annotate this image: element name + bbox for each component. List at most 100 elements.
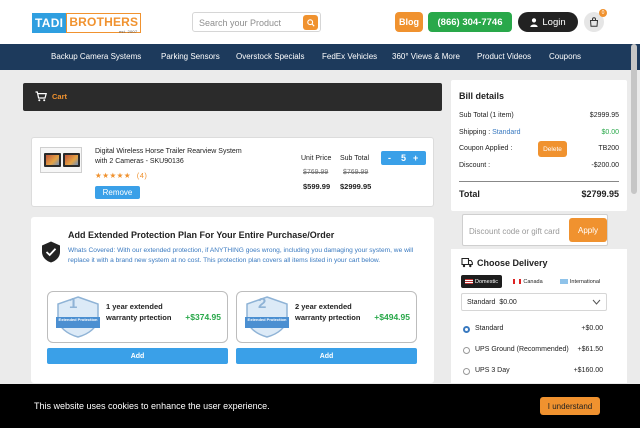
coupon-input[interactable] — [469, 224, 569, 238]
search-icon — [306, 18, 315, 27]
radio-button[interactable] — [463, 368, 470, 375]
plan-badge-number: 2 — [258, 295, 267, 312]
product-title[interactable]: Digital Wireless Horse Trailer Rearview … — [95, 147, 245, 167]
subtotal-price: $2999.95 — [340, 182, 372, 191]
shipping-option-label: UPS Ground (Recommended) — [475, 346, 569, 353]
add-plan-2-button[interactable]: Add — [236, 348, 417, 364]
radio-button-selected[interactable] — [463, 326, 470, 333]
shipping-method-select[interactable]: Standard $0.00 — [461, 293, 607, 311]
cart-count-badge: 0 — [599, 9, 607, 17]
bill-discount-label: Discount : — [459, 162, 491, 169]
nav-product-videos[interactable]: Product Videos — [477, 44, 531, 70]
cookie-banner: This website uses cookies to enhance the… — [0, 384, 640, 428]
remove-button[interactable]: Remove — [95, 186, 140, 199]
plan-badge-text: Extended Protection — [58, 317, 98, 322]
logo-est: est. 2007 — [118, 29, 138, 34]
login-button[interactable]: Login — [518, 12, 578, 32]
main-nav: Backup Camera Systems Parking Sensors Ov… — [0, 44, 640, 70]
shopping-bag-icon — [589, 17, 599, 27]
unit-price-old: $769.99 — [303, 169, 329, 176]
plan-badge-number: 1 — [69, 295, 78, 312]
cart-header-bar: Cart — [23, 83, 442, 111]
unit-price: $599.99 — [303, 182, 331, 191]
region-canada-tab[interactable]: Canada — [508, 275, 548, 288]
region-label: International — [569, 278, 601, 285]
region-international-tab[interactable]: International — [554, 275, 606, 288]
plan-name: 2 year extended warranty prtection — [295, 302, 361, 322]
delivery-panel: Choose Delivery Domestic Canada Internat… — [451, 249, 627, 383]
plan-badge-text: Extended Protection — [247, 317, 287, 322]
qty-increase-button[interactable]: + — [413, 151, 418, 165]
bill-title: Bill details — [459, 91, 505, 101]
delivery-truck-icon — [461, 257, 473, 268]
apply-coupon-button[interactable]: Apply — [569, 218, 607, 242]
logo-part2: BROTHERS est. 2007 — [66, 13, 142, 34]
bill-shipping-label: Shipping : — [459, 129, 491, 136]
cart-button[interactable]: 0 — [584, 9, 607, 32]
site-logo[interactable]: TADI BROTHERS est. 2007 — [32, 13, 142, 34]
us-flag-icon — [465, 279, 474, 284]
shipping-option-price: +$160.00 — [573, 367, 603, 374]
shipping-option-price: +$0.00 — [581, 325, 603, 332]
nav-360-views[interactable]: 360° Views & More — [392, 44, 460, 70]
site-header: TADI BROTHERSest. 2007 Blog (866) 304-77… — [0, 0, 640, 44]
search-input[interactable] — [199, 15, 299, 30]
bill-total-label: Total — [459, 189, 480, 199]
shipping-option-price: +$61.50 — [577, 346, 604, 353]
bill-shipping-method: Standard — [492, 129, 521, 136]
canada-flag-icon — [513, 279, 522, 284]
subtotal-old: $769.99 — [343, 169, 369, 176]
region-domestic-tab[interactable]: Domestic — [461, 275, 502, 288]
nav-coupons[interactable]: Coupons — [549, 44, 581, 70]
chevron-down-icon — [592, 299, 601, 305]
search-button[interactable] — [303, 15, 318, 30]
star-rating-icons: ★★★★★ — [95, 171, 132, 180]
cart-item: Digital Wireless Horse Trailer Rearview … — [31, 137, 434, 207]
login-label: Login — [542, 16, 566, 28]
nav-overstock-specials[interactable]: Overstock Specials — [236, 44, 304, 70]
plan-1-year[interactable]: 1 Extended Protection 1 year extended wa… — [47, 291, 228, 343]
plan-price: +$374.95 — [185, 312, 221, 322]
protection-plan-panel: Add Extended Protection Plan For Your En… — [31, 217, 434, 383]
product-rating: ★★★★★ (4) — [95, 171, 147, 180]
shopping-cart-icon — [35, 91, 47, 102]
nav-backup-camera-systems[interactable]: Backup Camera Systems — [51, 44, 141, 70]
search-box — [192, 12, 321, 32]
bill-subtotal-value: $2999.95 — [589, 112, 619, 119]
add-plan-1-button[interactable]: Add — [47, 348, 228, 364]
bill-total-value: $2799.95 — [581, 189, 619, 199]
region-label: Domestic — [475, 278, 498, 285]
cookie-accept-button[interactable]: I understand — [540, 397, 600, 415]
selected-shipping-label: Standard — [467, 299, 496, 306]
qty-decrease-button[interactable]: - — [388, 151, 391, 165]
protection-description: Whats Covered: With our extended protect… — [68, 247, 414, 264]
region-label: Canada — [523, 278, 543, 285]
selected-shipping-price: $0.00 — [499, 299, 517, 306]
unit-price-label: Unit Price — [301, 155, 332, 162]
coupon-box: Apply — [462, 214, 608, 246]
phone-button[interactable]: (866) 304-7746 — [428, 12, 512, 32]
logo-part1: TADI — [32, 13, 67, 33]
plan-price: +$494.95 — [374, 312, 410, 322]
shipping-option-label: Standard — [475, 325, 504, 332]
delete-coupon-button[interactable]: Delete — [538, 141, 567, 157]
page-scrollbar[interactable] — [631, 44, 637, 194]
bill-subtotal-label: Sub Total (1 item) — [459, 112, 514, 119]
review-count[interactable]: (4) — [137, 171, 148, 180]
blog-button[interactable]: Blog — [395, 12, 423, 32]
bill-shipping-value: $0.00 — [601, 129, 619, 136]
nav-fedex-vehicles[interactable]: FedEx Vehicles — [322, 44, 377, 70]
quantity-stepper: - 5 + — [381, 151, 426, 165]
nav-parking-sensors[interactable]: Parking Sensors — [161, 44, 220, 70]
product-thumbnail[interactable] — [40, 147, 82, 173]
radio-button[interactable] — [463, 347, 470, 354]
bill-coupon-code: TB200 — [598, 145, 619, 152]
shipping-option-label: UPS 3 Day — [475, 367, 510, 374]
user-icon — [530, 17, 539, 27]
bill-divider — [459, 181, 619, 182]
delivery-title: Choose Delivery — [477, 258, 548, 268]
plan-2-year[interactable]: 2 Extended Protection 2 year extended wa… — [236, 291, 417, 343]
protection-title: Add Extended Protection Plan For Your En… — [68, 230, 335, 240]
qty-value[interactable]: 5 — [401, 151, 406, 165]
cookie-message: This website uses cookies to enhance the… — [34, 401, 270, 411]
